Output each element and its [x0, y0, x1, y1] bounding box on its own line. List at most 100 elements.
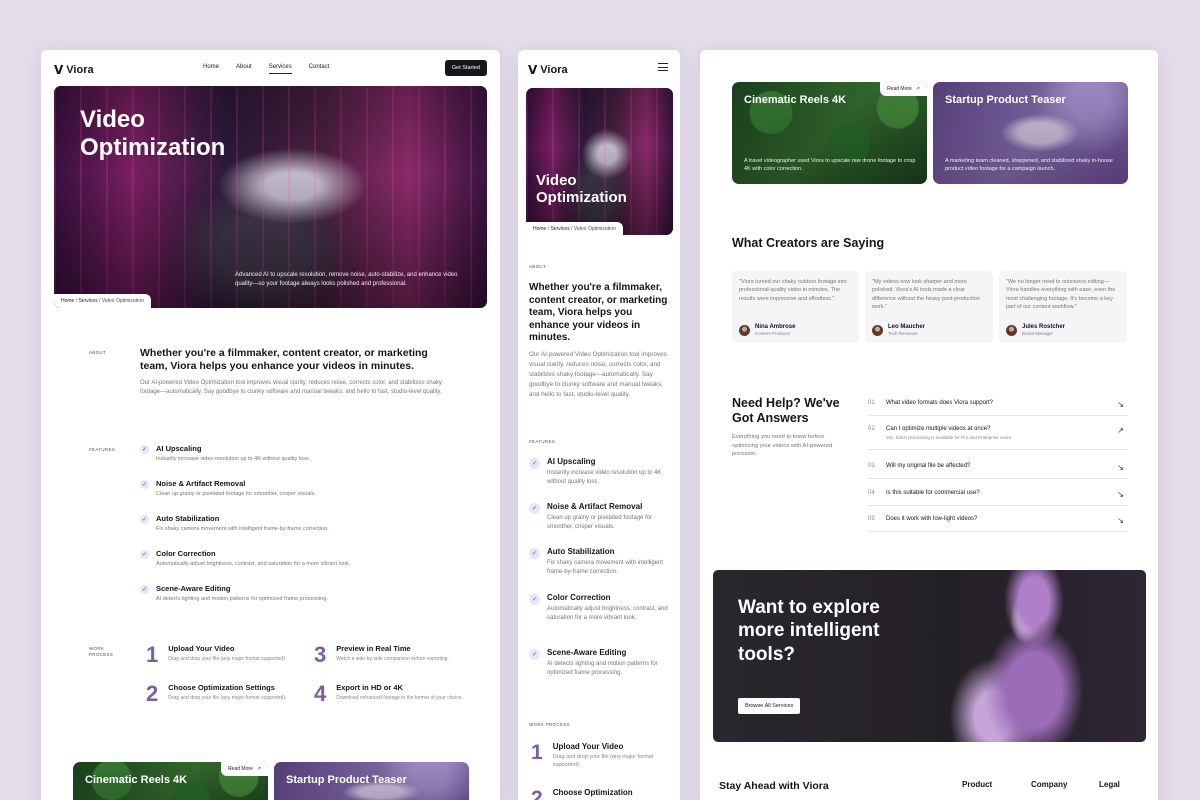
breadcrumb-services[interactable]: Services	[551, 226, 570, 232]
case-card-startup[interactable]: Startup Product Teaser	[274, 762, 469, 800]
mobile-features-tag: FEATURES	[529, 439, 556, 444]
feature-item: ✓ Scene-Aware Editing AI detects lighting…	[529, 648, 674, 677]
mobile-hero-title: Video Optimization	[536, 172, 627, 207]
arrow-down-right-icon: ↘	[1117, 516, 1124, 525]
hero-subtitle: Advanced AI to upscale resolution, remov…	[235, 272, 458, 287]
explore-banner: Want to explore more intelligent tools? …	[713, 570, 1146, 742]
mobile-about-body: Our AI-powered Video Optimization tool i…	[529, 351, 667, 399]
faq-item[interactable]: 04 Is this suitable for commercial use? ↘	[868, 490, 1128, 506]
testimonial-card: "My videos now look sharper and more pol…	[865, 271, 993, 343]
get-started-button[interactable]: Get Started	[444, 60, 487, 76]
arrow-up-right-icon: ↗	[256, 766, 261, 772]
process-step: 2 Choose Optimization Settings Drag and d…	[146, 681, 287, 706]
work-process-tag: WORK PROCESS	[89, 646, 114, 658]
feature-item: ✓ AI Upscaling Instantly increase video r…	[529, 457, 674, 486]
arrow-down-right-icon: ↘	[1117, 400, 1124, 409]
faq-item-expanded[interactable]: 02 Can I optimize multiple videos at once…	[868, 426, 1128, 450]
footer-col-product: Product	[962, 780, 993, 789]
check-icon: ✓	[529, 503, 540, 514]
mobile-about-tag: ABOUT	[529, 264, 547, 269]
breadcrumb-home[interactable]: Home	[533, 226, 546, 232]
about-tag: ABOUT	[89, 350, 107, 355]
testimonial-card: "We no longer need to outsource editing—…	[999, 271, 1127, 343]
brand-logo[interactable]: V Viora	[528, 63, 568, 77]
about-title: Whether you're a filmmaker, content crea…	[140, 347, 428, 373]
nav-about[interactable]: About	[236, 64, 252, 74]
nav-home[interactable]: Home	[203, 64, 219, 74]
feature-item: ✓ Color Correction Automatically adjust b…	[140, 549, 351, 567]
testimonials-title: What Creators are Saying	[732, 236, 885, 250]
breadcrumb: Home / Services / Video Optimization	[54, 294, 151, 308]
case-card-cinematic[interactable]: Cinematic Reels 4K Read More ↗	[73, 762, 268, 800]
mobile-hero-banner: Video Optimization	[526, 88, 673, 235]
viora-logo-icon: V	[528, 63, 538, 77]
mobile-breadcrumb: Home / Services / Video Optimization	[526, 222, 623, 236]
avatar	[739, 324, 750, 336]
read-more-link[interactable]: Read More ↗	[880, 82, 927, 96]
testimonial-card: "Viora turned our shaky outdoor footage …	[732, 271, 859, 343]
check-icon: ✓	[529, 594, 540, 605]
check-icon: ✓	[140, 550, 149, 559]
breadcrumb-current: Video Optimization	[573, 226, 616, 232]
process-step: 1 Upload Your Video Drag and drop your fi…	[146, 642, 287, 667]
arrow-down-right-icon: ↘	[1117, 463, 1124, 472]
brand-logo[interactable]: V Viora	[54, 63, 94, 77]
brand-name: Viora	[540, 64, 568, 76]
desktop-continued-panel: Cinematic Reels 4K A travel videographer…	[700, 50, 1158, 800]
check-icon: ✓	[529, 548, 540, 559]
arrow-up-right-icon: ↗	[1117, 426, 1124, 435]
check-icon: ✓	[140, 585, 149, 594]
robot-image	[946, 570, 1106, 742]
nav-contact[interactable]: Contact	[309, 64, 330, 74]
hero-banner: Video Optimization Advanced AI to upscal…	[54, 86, 487, 308]
process-step: 2 Choose Optimization	[531, 787, 633, 800]
check-icon: ✓	[140, 445, 149, 454]
feature-item: ✓ Noise & Artifact Removal Clean up grain…	[140, 479, 316, 497]
mobile-about-title: Whether you're a filmmaker, content crea…	[529, 282, 668, 343]
faq-intro: Everything you need to know before optim…	[732, 434, 833, 458]
feature-item: ✓ Noise & Artifact Removal Clean up grain…	[529, 502, 674, 531]
viora-logo-icon: V	[54, 63, 64, 77]
faq-item[interactable]: 03 Will my original file be affected? ↘	[868, 463, 1128, 479]
browse-all-services-button[interactable]: Browse All Services	[738, 698, 801, 714]
arrow-up-right-icon: ↗	[915, 86, 920, 92]
desktop-preview-panel: V Viora Home About Services Contact Get …	[41, 50, 500, 800]
hamburger-menu-icon[interactable]	[658, 63, 668, 71]
avatar	[872, 324, 883, 336]
case-card-startup[interactable]: Startup Product Teaser A marketing team …	[933, 82, 1128, 184]
faq-item[interactable]: 01 What video formats does Viora support?…	[868, 400, 1128, 416]
feature-item: ✓ Auto Stabilization Fix shaky camera mov…	[140, 514, 329, 532]
check-icon: ✓	[529, 649, 540, 660]
case-study-cards: Cinematic Reels 4K A travel videographer…	[732, 82, 1128, 184]
breadcrumb-home[interactable]: Home	[61, 298, 74, 304]
footer-col-legal: Legal	[1099, 780, 1120, 789]
mobile-preview-panel: V Viora Video Optimization Home / Servic…	[518, 50, 680, 800]
feature-item: ✓ Color Correction Automatically adjust b…	[529, 593, 674, 622]
faq-item[interactable]: 05 Does it work with low-light videos? ↘	[868, 516, 1128, 532]
breadcrumb-services[interactable]: Services	[79, 298, 98, 304]
brand-name: Viora	[66, 64, 94, 76]
about-body: Our AI-powered Video Optimization tool i…	[140, 380, 442, 395]
check-icon: ✓	[140, 515, 149, 524]
process-step: 3 Preview in Real Time Watch a side-by-si…	[314, 642, 449, 667]
faq-title: Need Help? We've Got Answers	[732, 396, 840, 425]
avatar	[1006, 324, 1017, 336]
newsletter-title: Stay Ahead with Viora	[719, 780, 829, 792]
hero-title: Video Optimization	[80, 106, 226, 161]
breadcrumb-current: Video Optimization	[101, 298, 144, 304]
main-nav: Home About Services Contact	[203, 64, 329, 74]
features-tag: FEATURES	[89, 447, 116, 452]
check-icon: ✓	[140, 480, 149, 489]
case-study-cards: Cinematic Reels 4K Read More ↗ Startup Pr…	[73, 762, 469, 800]
read-more-link[interactable]: Read More ↗	[221, 762, 268, 776]
mobile-work-process-tag: WORK PROCESS	[529, 722, 570, 727]
footer-col-company: Company	[1031, 780, 1068, 789]
process-step: 4 Export in HD or 4K Download enhanced fo…	[314, 681, 463, 706]
nav-services[interactable]: Services	[268, 64, 292, 74]
check-icon: ✓	[529, 458, 540, 469]
banner-title: Want to explore more intelligent tools?	[738, 597, 880, 665]
feature-item: ✓ Scene-Aware Editing AI detects lighting…	[140, 584, 328, 602]
feature-item: ✓ Auto Stabilization Fix shaky camera mov…	[529, 547, 674, 576]
case-card-cinematic[interactable]: Cinematic Reels 4K A travel videographer…	[732, 82, 927, 184]
feature-item: ✓ AI Upscaling Instantly increase video r…	[140, 444, 311, 462]
